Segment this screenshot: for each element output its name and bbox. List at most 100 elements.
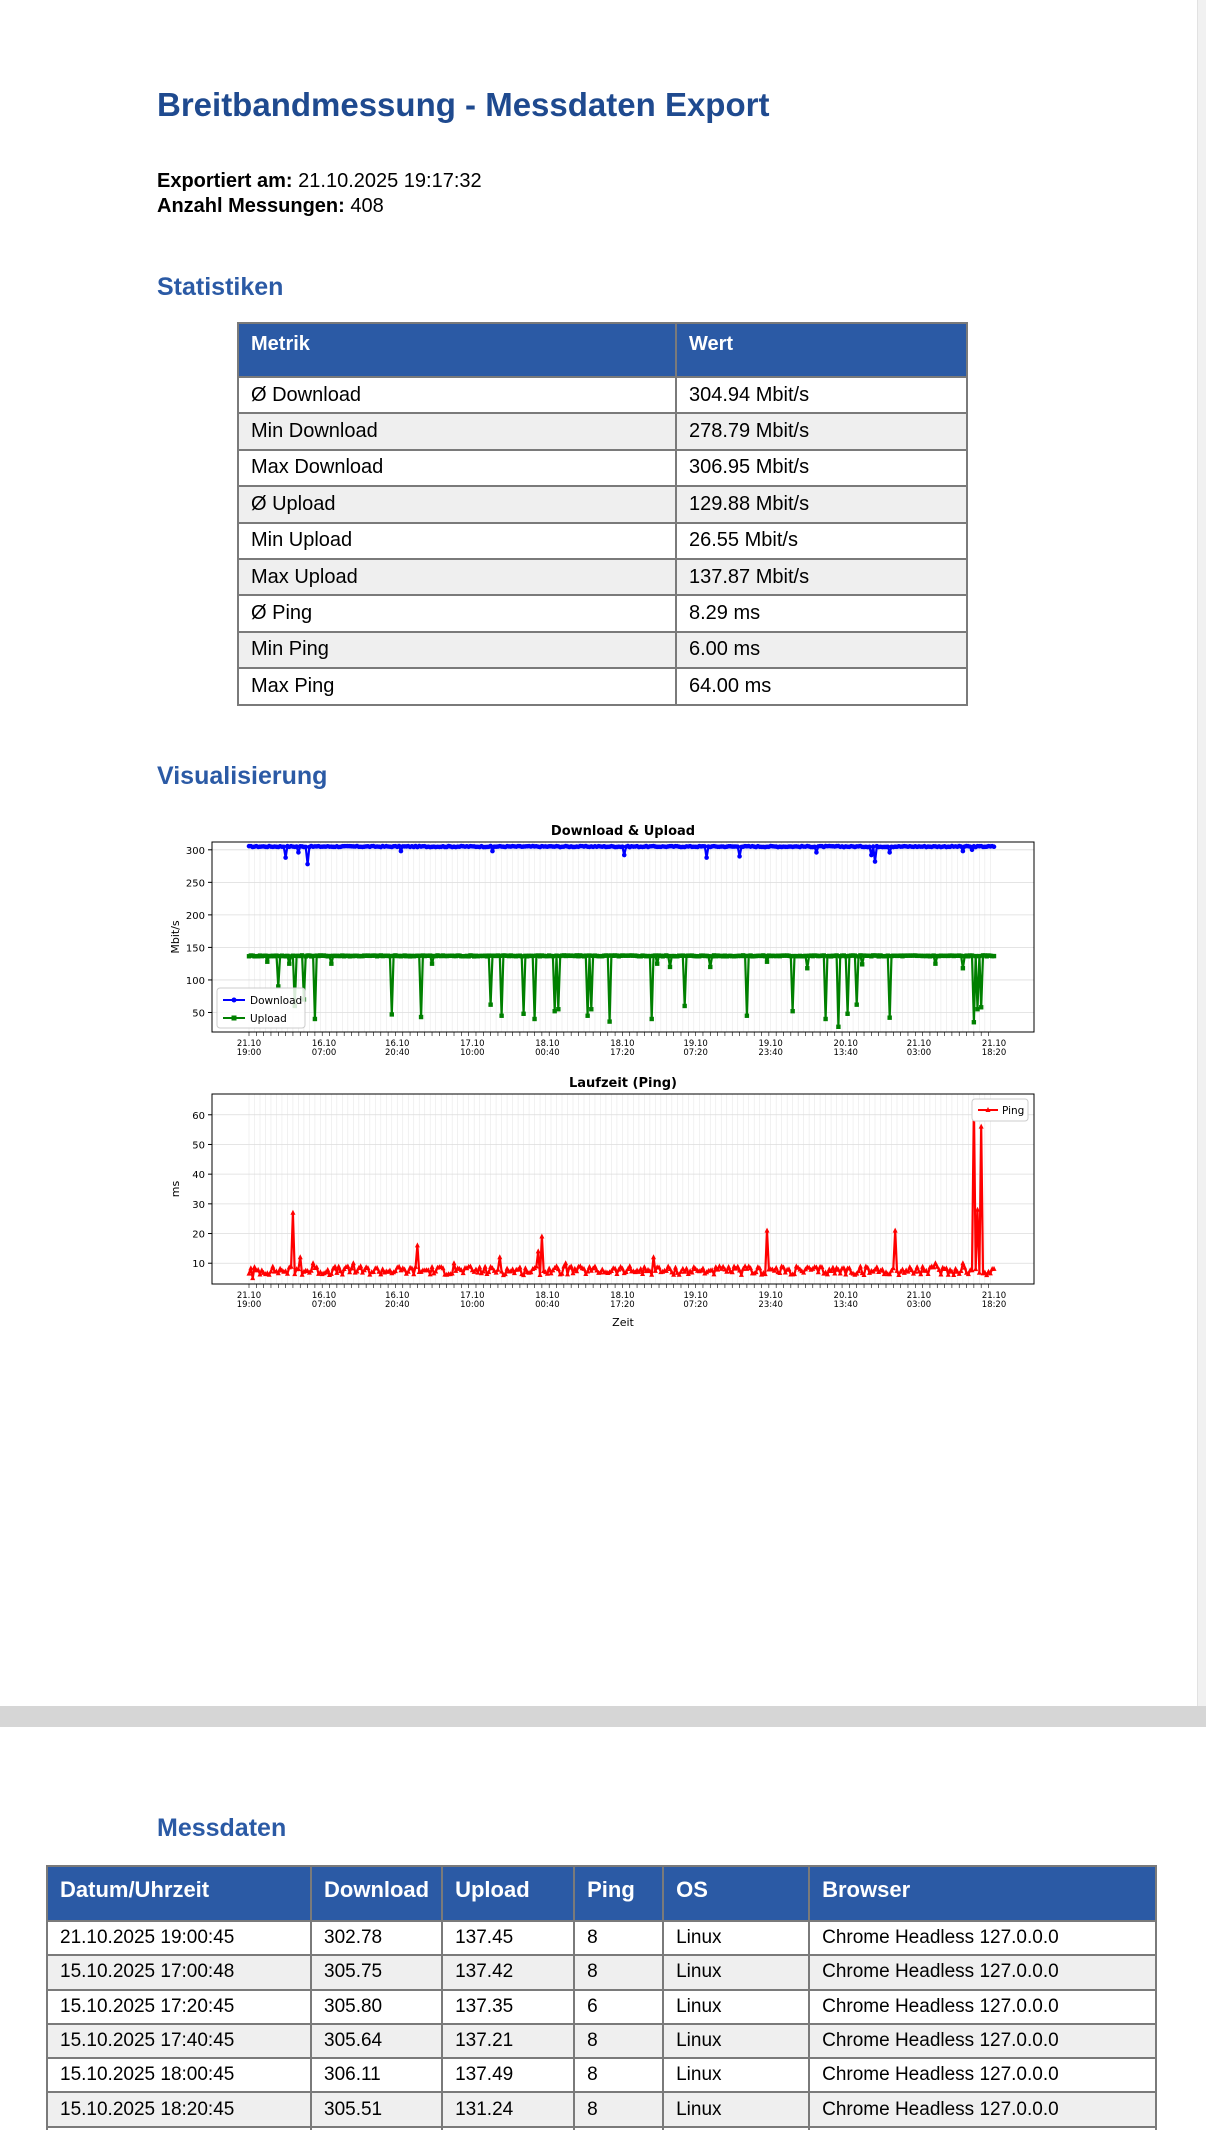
measurement-count-line: Anzahl Messungen: 408 (157, 195, 384, 218)
x-axis-label: Zeit (612, 1316, 634, 1329)
measurements-cell: Chrome Headless 127.0.0.0 (808, 2057, 1157, 2094)
measurements-header-row: Datum/Uhrzeit Download Upload Ping OS Browser (46, 1865, 1157, 1922)
legend-label: Upload (250, 1013, 287, 1025)
data-point (978, 1005, 984, 1010)
data-point (265, 959, 270, 964)
statistics-value-cell: 8.29 ms (675, 594, 968, 633)
measurements-table: Datum/Uhrzeit Download Upload Ping OS Browser… (46, 1865, 1157, 2130)
data-point (960, 1260, 966, 1266)
plot-frame (211, 841, 1035, 1033)
scrollbar[interactable] (1197, 0, 1206, 1706)
chart-title: Download & Upload (551, 824, 695, 839)
y-tick-label: 300 (186, 846, 205, 857)
measurements-cell: 137.35 (441, 1988, 576, 2025)
data-point (823, 1016, 828, 1022)
measurements-cell: 8 (573, 2057, 665, 2094)
data-point (764, 959, 770, 964)
data-point (532, 1016, 537, 1022)
measurements-cell: Chrome Headless 127.0.0.0 (808, 2091, 1157, 2128)
measurements-header-cell: Datum/Uhrzeit (46, 1865, 312, 1922)
measurement-count-value: 408 (350, 195, 384, 217)
statistics-value-cell: 129.88 Mbit/s (675, 485, 968, 524)
data-point (654, 961, 660, 966)
data-point (477, 1264, 483, 1270)
ping-chart: 10 20 30 40 50 60 21.10 19:00 16.10 07:00 16.10 20:… (169, 1076, 1035, 1329)
statistics-metric-cell: Max Ping (237, 667, 677, 706)
statistics-metric-cell: Min Upload (237, 521, 677, 560)
data-point (556, 1007, 561, 1012)
legend-marker (231, 1015, 237, 1021)
measurements-cell: 6 (573, 1988, 665, 2025)
x-tick-label: 21.10 18:20 (982, 1039, 1007, 1058)
y-tick-label: 50 (192, 1008, 205, 1019)
data-point (649, 1016, 654, 1022)
statistics-row: Ø Download 304.94 Mbit/s (237, 375, 968, 415)
measurements-cell: Linux (662, 1988, 811, 2025)
data-point (814, 850, 819, 855)
statistics-row: Min Download 278.79 Mbit/s (237, 412, 968, 451)
statistics-header-value: Wert (675, 322, 968, 378)
data-point (682, 1003, 687, 1009)
data-point (521, 1011, 526, 1016)
data-point (429, 961, 435, 966)
statistics-row: Ø Upload 129.88 Mbit/s (237, 485, 968, 524)
x-tick-label: 20.10 13:40 (833, 1291, 858, 1310)
legend-label: Ping (1002, 1105, 1024, 1117)
x-tick-label: 16.10 20:40 (385, 1039, 410, 1058)
download-upload-chart: 50 100 150 200 250 300 21.10 19:00 16.10 07:00 16.… (169, 824, 1035, 1058)
data-point (585, 1013, 590, 1018)
data-point (869, 852, 874, 858)
data-point (350, 1260, 356, 1266)
charts-figure: 50 100 150 200 250 300 21.10 19:00 16.10 07:00 16.… (169, 824, 1035, 1329)
data-point (329, 961, 334, 966)
x-tick-label: 18.10 00:40 (535, 1291, 560, 1310)
chart-title: Laufzeit (Ping) (569, 1076, 677, 1091)
x-tick-label: 19.10 07:20 (683, 1291, 708, 1310)
data-point (398, 848, 404, 854)
measurements-cell: 15.10.2025 18:00:45 (46, 2057, 312, 2094)
data-point (887, 1015, 892, 1020)
measurements-header-cell: Ping (573, 1865, 665, 1922)
y-tick-label: 30 (192, 1200, 205, 1211)
statistics-metric-cell: Min Ping (237, 630, 677, 670)
x-tick-label: 16.10 07:00 (312, 1039, 337, 1058)
data-point (744, 1013, 750, 1018)
statistics-row: Max Upload 137.87 Mbit/s (237, 557, 968, 597)
data-point (887, 850, 892, 855)
measurements-cell: 137.42 (441, 1954, 576, 1991)
x-tick-label: 19.10 23:40 (758, 1039, 783, 1058)
measurements-heading: Messdaten (157, 1814, 287, 1842)
y-tick-label: 20 (192, 1230, 205, 1241)
x-tick-label: 18.10 00:40 (535, 1039, 560, 1058)
legend-marker (231, 997, 237, 1003)
measurements-cell: 305.64 (309, 2022, 444, 2060)
x-tick-label: 21.10 03:00 (907, 1039, 932, 1058)
data-point (418, 1014, 424, 1020)
data-point (482, 1263, 488, 1269)
statistics-row: Min Ping 6.00 ms (237, 630, 968, 670)
measurements-cell: 137.49 (441, 2057, 576, 2094)
report-page-2: Messdaten Datum/Uhrzeit Download Upload Pin… (0, 1727, 1206, 2130)
data-point (708, 964, 713, 970)
measurements-cell: Linux (662, 2057, 811, 2094)
data-point (287, 961, 292, 966)
x-tick-label: 16.10 07:00 (312, 1291, 337, 1310)
data-point (960, 966, 966, 971)
statistics-table: Metrik Wert Ø Download 304.94 Mbit/s Min D… (237, 322, 968, 706)
x-tick-label: 17.10 10:00 (460, 1039, 485, 1058)
data-point (894, 1267, 900, 1273)
data-point (283, 855, 288, 860)
data-point (805, 966, 810, 971)
data-point (305, 861, 310, 867)
y-tick-label: 10 (192, 1259, 205, 1270)
data-point (960, 848, 966, 854)
statistics-value-cell: 304.94 Mbit/s (675, 375, 968, 415)
statistics-row: Ø Ping 8.29 ms (237, 594, 968, 633)
measurements-cell: 137.45 (441, 1919, 576, 1957)
measurements-cell: 8 (573, 2091, 665, 2128)
measurements-cell: 8 (573, 1919, 665, 1957)
statistics-row: Max Download 306.95 Mbit/s (237, 448, 968, 488)
statistics-row: Max Ping 64.00 ms (237, 667, 968, 706)
measurements-cell: 305.51 (309, 2091, 444, 2128)
measurements-cell: Chrome Headless 127.0.0.0 (808, 1954, 1157, 1991)
